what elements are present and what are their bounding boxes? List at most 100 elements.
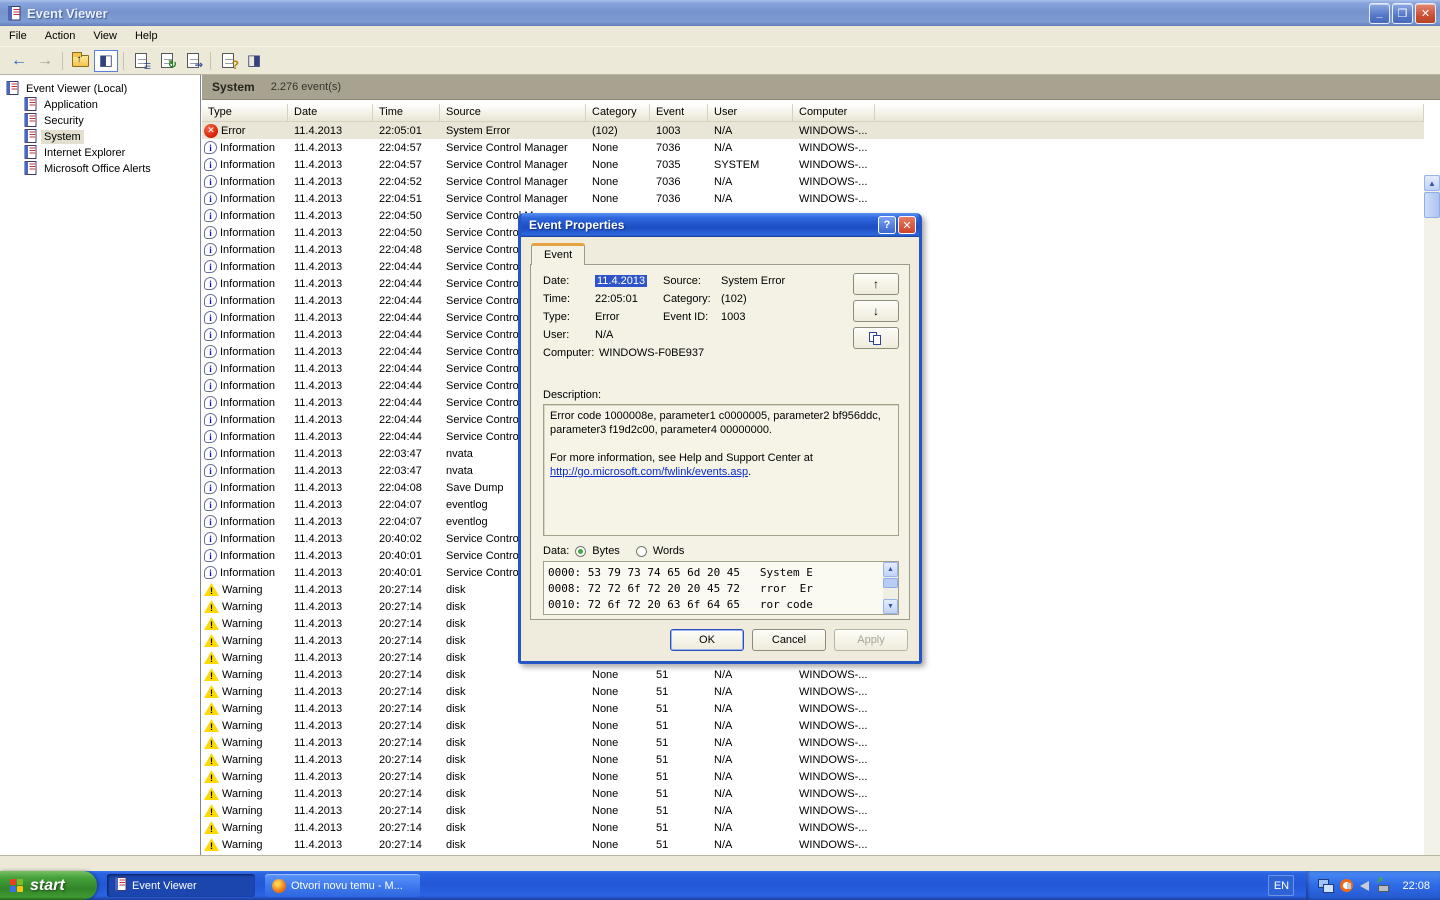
toolbar-forward-button[interactable]: →	[33, 50, 57, 72]
tree-item-system[interactable]: System	[0, 128, 200, 145]
event-row[interactable]: i Information 11.4.2013 22:04:52 Service Con…	[202, 173, 1424, 190]
start-button[interactable]: start	[0, 871, 97, 900]
events-link[interactable]: http://go.microsoft.com/fwlink/events.as…	[550, 466, 748, 478]
bytes-radio[interactable]	[575, 545, 587, 557]
column-header-user[interactable]: User	[708, 104, 793, 122]
dialog-help-button[interactable]: ?	[878, 216, 896, 234]
tree-root-event-viewer-local[interactable]: Event Viewer (Local)	[0, 80, 200, 97]
event-type-cell: ! Warning	[202, 736, 288, 749]
event-row[interactable]: !Warning 11.4.2013 20:27:14 disk None 51 N/A WI…	[202, 836, 1424, 851]
toolbar-console-tree-button[interactable]: ◧	[94, 49, 118, 72]
event-type-text: Information	[220, 379, 276, 392]
next-event-button[interactable]: ↓	[853, 300, 899, 322]
toolbar-refresh-button[interactable]: ↻	[155, 50, 179, 72]
event-type-cell: i Information	[202, 192, 288, 205]
event-row[interactable]: !Warning 11.4.2013 20:27:14 disk None 51 N/A WI…	[202, 819, 1424, 836]
event-row[interactable]: !Warning 11.4.2013 20:27:14 disk None 51 N/A WI…	[202, 802, 1424, 819]
words-radio-label[interactable]: Words	[653, 545, 685, 557]
event-cell: 11.4.2013	[294, 668, 343, 681]
close-button[interactable]: ✕	[1415, 2, 1436, 24]
clock[interactable]: 22:08	[1402, 880, 1430, 892]
menu-help[interactable]: Help	[126, 27, 167, 45]
tab-event[interactable]: Event	[531, 243, 586, 265]
event-row[interactable]: !Warning 11.4.2013 20:27:14 disk None 51 N/A WI…	[202, 768, 1424, 785]
column-header-type[interactable]: Type	[202, 104, 288, 122]
restore-button[interactable]: ❐	[1392, 2, 1413, 24]
scrollbar-thumb[interactable]	[1424, 192, 1440, 218]
toolbar-back-button[interactable]: ←	[7, 50, 31, 72]
taskbar-item-otvori-novu-temu-m-[interactable]: Otvori novu temu - M...	[265, 874, 420, 897]
tree-item-application[interactable]: Application	[0, 96, 200, 113]
description-text: Error code 1000008e, parameter1 c0000005…	[550, 410, 881, 436]
safely-remove-icon[interactable]	[1376, 879, 1390, 892]
column-header-source[interactable]: Source	[440, 104, 586, 122]
event-type-cell: i Information	[202, 294, 288, 307]
toolbar-show-hide-panel-button[interactable]: ◨	[242, 50, 266, 72]
language-indicator[interactable]: EN	[1268, 875, 1295, 896]
event-properties-dialog: Event Properties ? ✕ Event Date: 11.4.201…	[518, 213, 922, 664]
event-row[interactable]: ✕ Error 11.4.2013 22:05:01 System Error (102)…	[202, 122, 1424, 139]
ok-button[interactable]: OK	[670, 629, 744, 651]
event-type-text: Information	[220, 464, 276, 477]
menu-file[interactable]: File	[0, 27, 36, 45]
event-row[interactable]: !Warning 11.4.2013 20:27:14 disk None 51 N/A WI…	[202, 683, 1424, 700]
event-row[interactable]: !Warning 11.4.2013 20:27:14 disk None 51 N/A WI…	[202, 785, 1424, 802]
event-cell: 51	[656, 668, 669, 681]
scroll-up-button[interactable]: ▲	[1424, 175, 1440, 191]
event-cell: disk	[446, 702, 466, 715]
event-type-cell: ! Warning	[202, 617, 288, 630]
event-type-cell: ! Warning	[202, 685, 288, 698]
event-row[interactable]: !Warning 11.4.2013 20:27:14 disk None 51 N/A WI…	[202, 734, 1424, 751]
event-row[interactable]: !Warning 11.4.2013 20:27:14 disk None 51 N/A WI…	[202, 700, 1424, 717]
tree-item-microsoft-office-alerts[interactable]: Microsoft Office Alerts	[0, 160, 200, 177]
event-cell: 51	[656, 804, 669, 817]
tree-item-security[interactable]: Security	[0, 112, 200, 129]
scroll-down-button[interactable]: ▼	[883, 599, 898, 614]
information-icon: i	[204, 345, 217, 358]
network-icon[interactable]	[1318, 879, 1335, 893]
column-header-date[interactable]: Date	[288, 104, 373, 122]
dialog-close-button[interactable]: ✕	[898, 216, 916, 234]
copy-button[interactable]	[853, 327, 899, 349]
event-cell: N/A	[714, 685, 733, 698]
event-row[interactable]: !Warning 11.4.2013 20:27:14 disk None 51 N/A WI…	[202, 666, 1424, 683]
volume-icon[interactable]	[1347, 880, 1370, 891]
event-row[interactable]: i Information 11.4.2013 22:04:57 Service Con…	[202, 139, 1424, 156]
event-cell: 11.4.2013	[294, 124, 343, 137]
event-row[interactable]: i Information 11.4.2013 22:04:57 Service Con…	[202, 156, 1424, 173]
vertical-scrollbar[interactable]: ▲ ▼	[1424, 175, 1440, 900]
previous-event-button[interactable]: ↑	[853, 273, 899, 295]
toolbar-export-list-button[interactable]: ⇒	[181, 50, 205, 72]
minimize-button[interactable]: _	[1369, 2, 1390, 24]
taskbar-item-event-viewer[interactable]: Event Viewer	[107, 874, 255, 897]
event-cell: 22:04:50	[379, 209, 422, 222]
menu-view[interactable]: View	[84, 27, 126, 45]
bytes-radio-label[interactable]: Bytes	[592, 545, 620, 557]
tree-item-internet-explorer[interactable]: Internet Explorer	[0, 144, 200, 161]
event-row[interactable]: i Information 11.4.2013 22:04:51 Service Con…	[202, 190, 1424, 207]
event-row[interactable]: !Warning 11.4.2013 20:27:14 disk None 51 N/A WI…	[202, 717, 1424, 734]
cancel-button[interactable]: Cancel	[752, 629, 826, 651]
toolbar-up-folder-button[interactable]: ↑	[68, 50, 92, 72]
hex-scrollbar[interactable]: ▲ ▼	[883, 562, 898, 614]
event-cell: 11.4.2013	[294, 481, 343, 494]
toolbar-help-button[interactable]: ?	[216, 50, 240, 72]
scroll-up-button[interactable]: ▲	[883, 562, 898, 577]
words-radio[interactable]	[635, 545, 647, 557]
event-cell: WINDOWS-...	[799, 685, 868, 698]
menu-action[interactable]: Action	[36, 27, 85, 45]
information-icon: i	[204, 243, 217, 256]
event-cell: N/A	[714, 838, 733, 851]
scrollbar-thumb[interactable]	[883, 578, 898, 588]
warning-icon: !	[204, 617, 219, 630]
column-header-category[interactable]: Category	[586, 104, 650, 122]
menu-bar: File Action View Help	[0, 26, 1440, 47]
toolbar-properties-button[interactable]: ☰	[129, 50, 153, 72]
information-icon: i	[204, 158, 217, 171]
event-row[interactable]: !Warning 11.4.2013 20:27:14 disk None 51 N/A WI…	[202, 751, 1424, 768]
column-header-event[interactable]: Event	[650, 104, 708, 122]
column-header-computer[interactable]: Computer	[793, 104, 875, 122]
column-header-time[interactable]: Time	[373, 104, 440, 122]
event-cell: 7036	[656, 192, 681, 205]
event-type-cell: ! Warning	[202, 668, 288, 681]
